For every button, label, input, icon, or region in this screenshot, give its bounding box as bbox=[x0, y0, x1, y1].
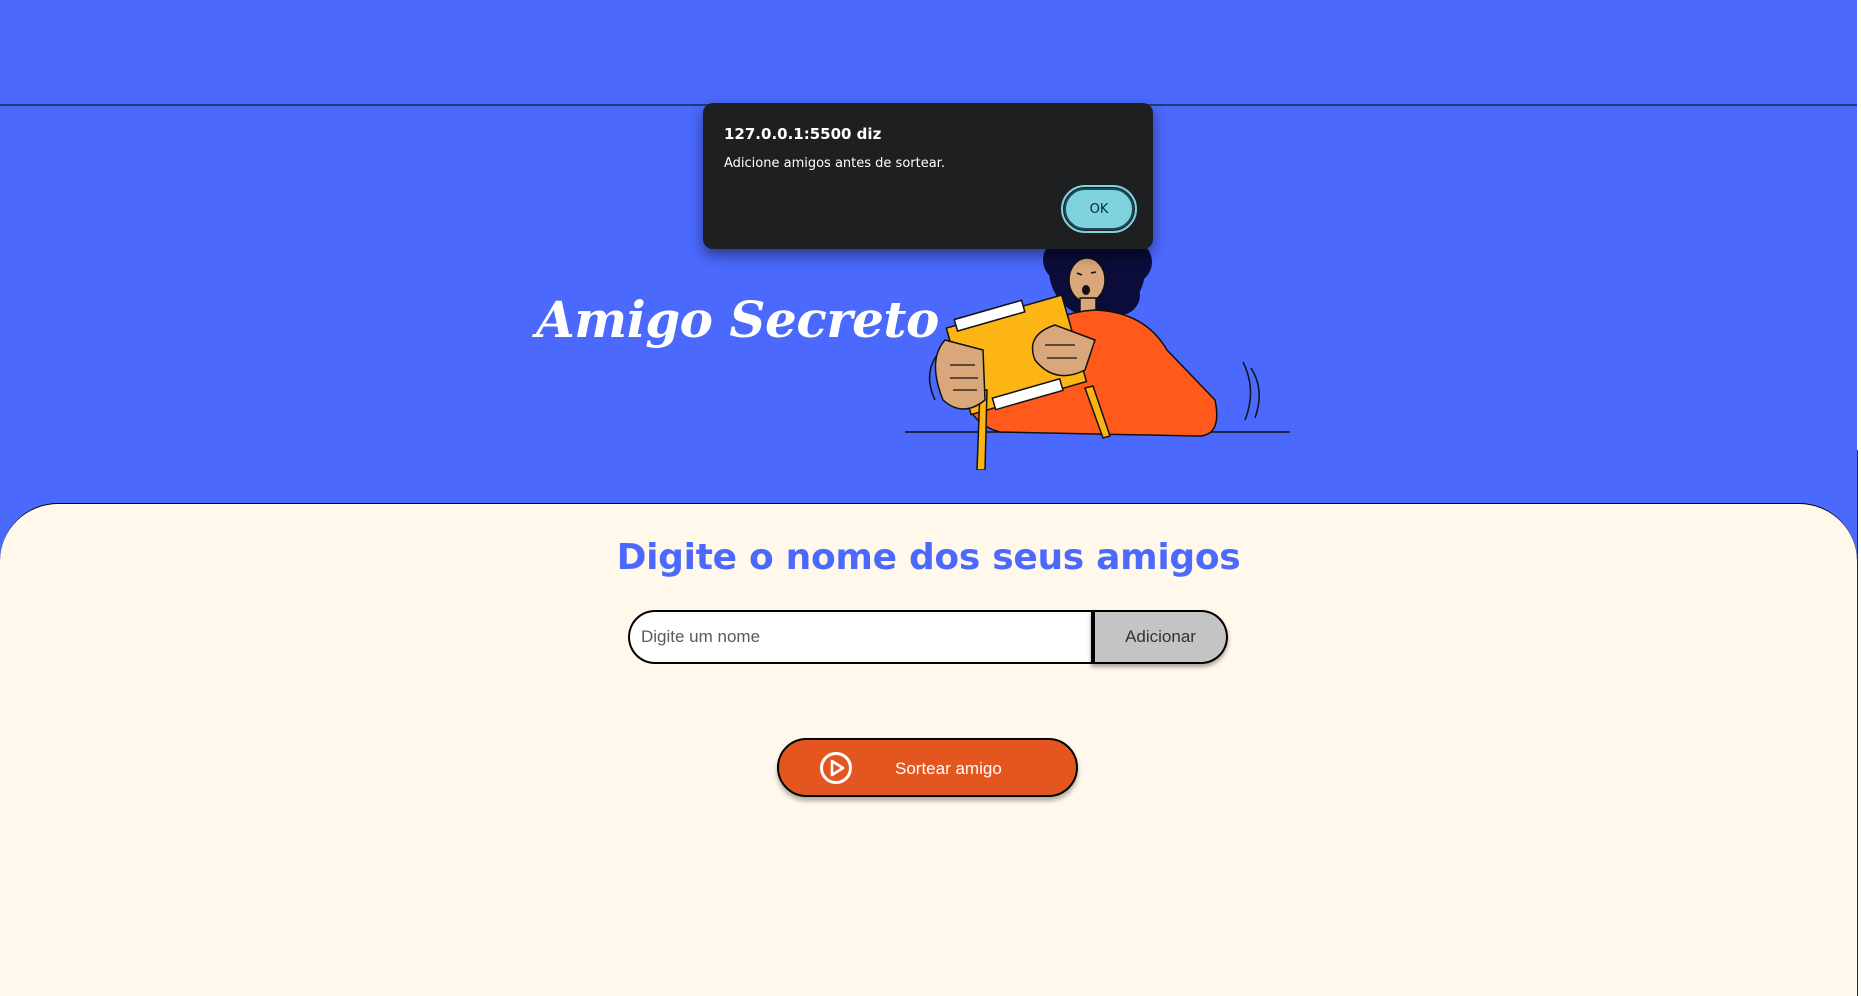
scrollbar-track[interactable] bbox=[1857, 450, 1858, 996]
dialog-origin: 127.0.0.1:5500 diz bbox=[724, 125, 882, 143]
friend-name-input[interactable] bbox=[628, 610, 1091, 664]
person-opening-gift-illustration bbox=[905, 240, 1290, 470]
top-band bbox=[0, 0, 1857, 106]
play-circle-icon bbox=[820, 752, 852, 784]
dialog-message: Adicione amigos antes de sortear. bbox=[724, 156, 945, 171]
section-heading: Digite o nome dos seus amigos bbox=[616, 537, 1241, 578]
alert-dialog: 127.0.0.1:5500 diz Adicione amigos antes… bbox=[703, 103, 1153, 249]
draw-friend-button[interactable]: Sortear amigo bbox=[777, 738, 1078, 797]
main-section: Digite o nome dos seus amigos Adicionar … bbox=[0, 503, 1857, 996]
add-button[interactable]: Adicionar bbox=[1091, 610, 1228, 664]
draw-button-label: Sortear amigo bbox=[895, 759, 1002, 778]
page: Amigo Secreto Digite o nome dos seus ami… bbox=[0, 0, 1861, 996]
ok-button[interactable]: OK bbox=[1061, 185, 1137, 233]
add-friend-form: Adicionar bbox=[628, 610, 1228, 664]
page-title: Amigo Secreto bbox=[536, 290, 939, 349]
